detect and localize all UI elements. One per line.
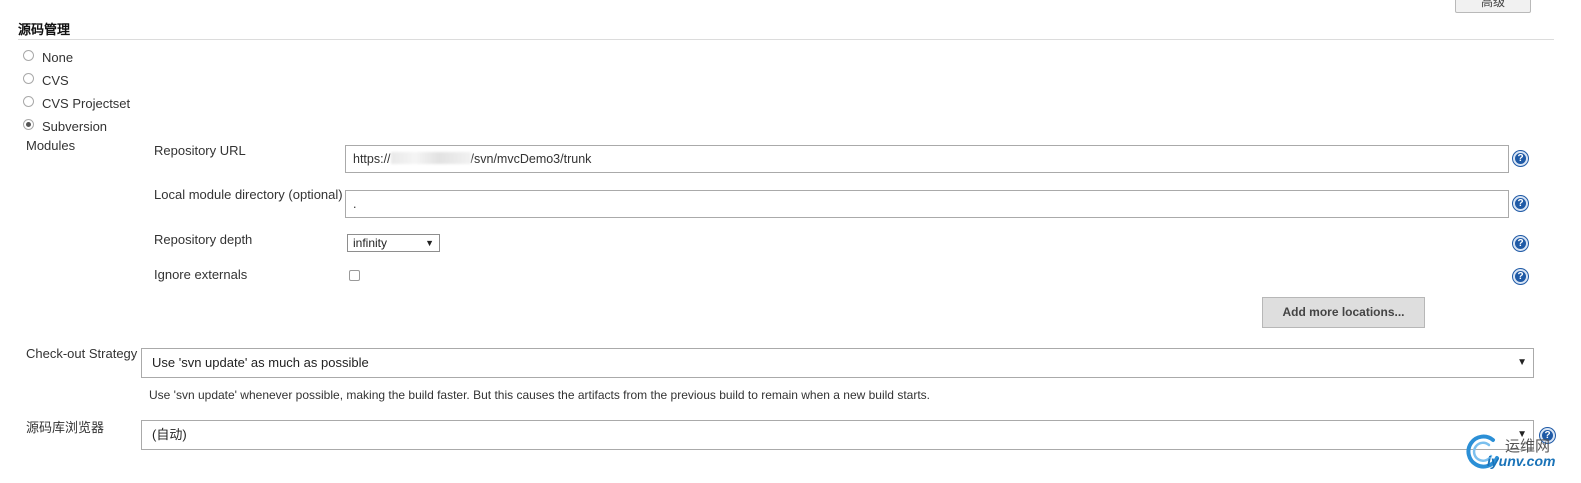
section-title: 源码管理 bbox=[18, 22, 71, 37]
radio-label-subversion: Subversion bbox=[42, 119, 108, 134]
checkout-strategy-label: Check-out Strategy bbox=[26, 346, 138, 361]
repository-url-label: Repository URL bbox=[154, 143, 246, 158]
repository-browser-select[interactable]: (自动) ▼ bbox=[141, 420, 1534, 450]
chevron-down-icon: ▼ bbox=[1517, 357, 1527, 368]
modules-label: Modules bbox=[26, 138, 76, 153]
redacted-host bbox=[390, 152, 471, 164]
checkout-strategy-description: Use 'svn update' whenever possible, maki… bbox=[149, 388, 930, 402]
repository-url-suffix: /svn/mvcDemo3/trunk bbox=[470, 152, 592, 166]
help-icon-repository-url[interactable]: ? bbox=[1513, 151, 1528, 166]
repository-url-input[interactable]: https:// /svn/mvcDemo3/trunk bbox=[345, 145, 1509, 173]
ignore-externals-checkbox[interactable] bbox=[349, 270, 360, 281]
checkout-strategy-value: Use 'svn update' as much as possible bbox=[152, 355, 369, 370]
repository-browser-value: (自动) bbox=[152, 427, 187, 442]
checkout-strategy-select[interactable]: Use 'svn update' as much as possible ▼ bbox=[141, 348, 1534, 378]
repository-depth-select[interactable]: infinity ▼ bbox=[347, 234, 440, 252]
radio-label-cvs-projectset: CVS Projectset bbox=[42, 96, 131, 111]
radio-cvs-projectset[interactable] bbox=[23, 96, 34, 107]
watermark-en-text: iyunv.com bbox=[1487, 453, 1556, 469]
repository-browser-label: 源码库浏览器 bbox=[26, 420, 105, 435]
radio-none[interactable] bbox=[23, 50, 34, 61]
watermark: 运维网 iyunv.com bbox=[1463, 432, 1563, 472]
repository-depth-value: infinity bbox=[353, 236, 388, 250]
help-icon-ignore-externals[interactable]: ? bbox=[1513, 269, 1528, 284]
repository-url-prefix: https:// bbox=[353, 152, 391, 166]
local-module-directory-input[interactable]: . bbox=[345, 190, 1509, 218]
help-icon-local-module-directory[interactable]: ? bbox=[1513, 196, 1528, 211]
repository-depth-label: Repository depth bbox=[154, 232, 253, 247]
radio-subversion[interactable] bbox=[23, 119, 34, 130]
help-icon-repository-depth[interactable]: ? bbox=[1513, 236, 1528, 251]
radio-cvs[interactable] bbox=[23, 73, 34, 84]
ignore-externals-label: Ignore externals bbox=[154, 267, 248, 282]
chevron-down-icon: ▼ bbox=[425, 238, 434, 248]
add-more-locations-button[interactable]: Add more locations... bbox=[1262, 297, 1425, 328]
radio-label-none: None bbox=[42, 50, 74, 65]
local-module-directory-label: Local module directory (optional) bbox=[154, 187, 343, 202]
section-divider bbox=[18, 39, 1554, 40]
radio-label-cvs: CVS bbox=[42, 73, 69, 88]
advanced-button[interactable]: 高级 bbox=[1455, 0, 1531, 13]
